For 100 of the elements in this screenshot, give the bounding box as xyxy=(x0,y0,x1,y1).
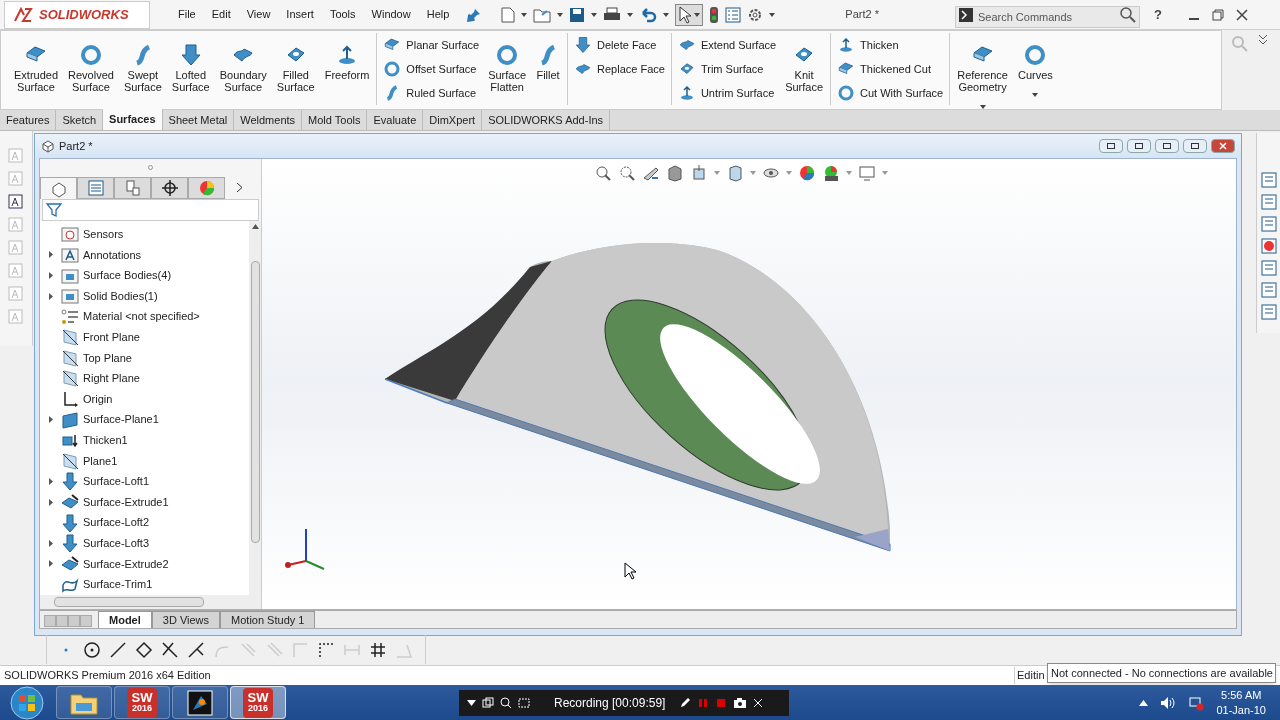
trim-icon[interactable] xyxy=(161,640,179,659)
tree-item[interactable]: Surface-Plane1 xyxy=(40,409,249,430)
circle-icon[interactable] xyxy=(83,640,101,659)
tab[interactable]: Motion Study 1 xyxy=(220,611,316,628)
taskbar-app[interactable] xyxy=(172,686,228,719)
tree-item[interactable]: Surface-Extrude1 xyxy=(40,491,249,513)
expand-arrow-icon[interactable] xyxy=(48,498,53,506)
panel-icon[interactable] xyxy=(1260,237,1278,255)
help-button[interactable]: ? xyxy=(1153,4,1162,25)
menu-item[interactable]: File xyxy=(170,6,204,23)
zoom-area-icon[interactable] xyxy=(618,164,636,182)
ribbon-button[interactable]: Planar Surface xyxy=(383,35,480,55)
menu-item[interactable]: View xyxy=(238,6,279,23)
menu-item[interactable]: Window xyxy=(363,6,419,23)
panel-tab[interactable] xyxy=(151,177,188,199)
ribbon-button[interactable]: Thickened Cut xyxy=(837,59,944,79)
tree-item[interactable]: Surface-Loft3 xyxy=(40,532,249,554)
new-document-icon[interactable] xyxy=(501,6,516,23)
search-field[interactable]: Search Commands xyxy=(954,5,1140,28)
ribbon-button[interactable]: Filled Surface xyxy=(271,43,320,93)
tree-item[interactable]: Plane1 xyxy=(40,450,249,472)
tree-item[interactable]: Surface-Extrude2 xyxy=(40,553,249,575)
restore-button[interactable] xyxy=(1099,139,1123,153)
ribbon-button[interactable]: Lofted Surface xyxy=(166,43,215,93)
view-orientation-icon[interactable] xyxy=(690,164,708,182)
camera-icon[interactable] xyxy=(733,696,748,709)
dropdown-caret-icon[interactable] xyxy=(694,12,701,17)
chevron-icon[interactable] xyxy=(237,183,242,192)
ribbon-button[interactable]: Surface Flatten xyxy=(483,43,532,93)
restore-button[interactable] xyxy=(1127,139,1151,153)
minimize-button[interactable] xyxy=(1155,139,1179,153)
ribbon-button[interactable]: Curves xyxy=(1012,43,1058,97)
traffic-light-icon[interactable] xyxy=(709,5,720,24)
ribbon-button[interactable]: Revolved Surface xyxy=(63,43,119,93)
expand-arrow-icon[interactable] xyxy=(48,251,53,259)
dropdown-caret-icon[interactable] xyxy=(663,12,670,17)
scroll-thumb[interactable] xyxy=(250,261,260,543)
ribbon-button[interactable]: Ruled Surface xyxy=(383,83,480,103)
tree-item[interactable]: Surface-Loft2 xyxy=(40,512,249,533)
zoom-to-fit-icon[interactable] xyxy=(594,164,612,182)
tree-item[interactable]: Front Plane xyxy=(40,327,249,348)
menu-item[interactable]: Help xyxy=(418,6,458,23)
line-icon[interactable] xyxy=(109,640,127,659)
ribbon-button[interactable]: Reference Geometry xyxy=(952,43,1013,109)
tree-item[interactable]: Top Plane xyxy=(40,347,249,369)
dropdown-caret-icon[interactable] xyxy=(521,12,528,17)
expand-arrow-icon[interactable] xyxy=(48,539,53,547)
start-button[interactable] xyxy=(10,685,44,720)
ribbon-button[interactable]: Extend Surface xyxy=(677,35,777,55)
ribbon-button[interactable]: Trim Surface xyxy=(677,59,777,79)
restore-icon[interactable] xyxy=(1211,8,1224,21)
ribbon-button[interactable]: Extruded Surface xyxy=(9,43,64,93)
ribbon-button[interactable]: Delete Face xyxy=(574,35,665,55)
dropdown-caret-icon[interactable] xyxy=(1032,93,1039,97)
search-icon[interactable] xyxy=(1118,5,1137,24)
pause-icon[interactable] xyxy=(697,696,710,709)
app-logo[interactable]: SOLIDWORKS xyxy=(4,0,150,29)
ribbon-button[interactable]: Knit Surface xyxy=(780,43,829,93)
menu-item[interactable]: Edit xyxy=(203,6,239,23)
extend-icon[interactable] xyxy=(187,640,205,659)
zoom-icon[interactable] xyxy=(500,696,512,709)
ribbon-button[interactable]: Replace Face xyxy=(574,59,665,79)
tab[interactable]: Surfaces xyxy=(103,109,163,130)
select-button[interactable] xyxy=(675,3,704,26)
ribbon-button[interactable]: Fillet xyxy=(531,43,566,81)
tree-item[interactable]: Annotations xyxy=(40,244,249,266)
expand-arrow-icon[interactable] xyxy=(48,477,53,485)
expand-arrow-icon[interactable] xyxy=(48,272,53,279)
tree-item[interactable]: Surface Bodies(4) xyxy=(40,265,249,286)
scrollbar[interactable] xyxy=(249,221,261,595)
polygon-icon[interactable] xyxy=(135,640,153,659)
close-button[interactable] xyxy=(1211,139,1235,153)
tree-item[interactable]: Right Plane xyxy=(40,368,249,389)
ribbon-button[interactable]: Boundary Surface xyxy=(214,43,272,93)
dotted-corner-icon[interactable] xyxy=(317,640,335,659)
ribbon-button[interactable]: Offset Surface xyxy=(383,59,480,79)
tab[interactable]: Model xyxy=(98,611,152,628)
filter-field[interactable] xyxy=(42,199,259,221)
tree-item[interactable]: Solid Bodies(1) xyxy=(40,285,249,307)
menu-item[interactable]: Tools xyxy=(321,6,364,23)
scene-icon[interactable] xyxy=(822,164,840,182)
expand-arrow-icon[interactable] xyxy=(48,560,53,568)
display-style-icon[interactable] xyxy=(726,164,744,182)
dropdown-caret-icon[interactable] xyxy=(591,12,598,17)
stop-icon[interactable] xyxy=(715,696,728,709)
expand-icon[interactable] xyxy=(1258,34,1268,46)
pencil-icon[interactable] xyxy=(679,696,692,709)
tree-item[interactable]: Sensors xyxy=(40,224,249,245)
volume-icon[interactable] xyxy=(1160,695,1177,710)
taskbar-app[interactable]: SW 2016 xyxy=(230,686,286,719)
taskbar-app[interactable]: SW 2016 xyxy=(114,686,170,719)
scroll-thumb[interactable] xyxy=(54,596,204,607)
region-icon[interactable] xyxy=(518,696,530,709)
tree-item[interactable]: Surface-Loft1 xyxy=(40,471,249,492)
tree-item[interactable]: Thicken1 xyxy=(40,429,249,451)
windows-icon[interactable] xyxy=(482,696,494,709)
show-hidden-icons-icon[interactable] xyxy=(1139,699,1149,706)
close-icon[interactable] xyxy=(1235,8,1248,21)
open-folder-icon[interactable] xyxy=(533,6,552,23)
pin-icon[interactable] xyxy=(467,7,482,22)
